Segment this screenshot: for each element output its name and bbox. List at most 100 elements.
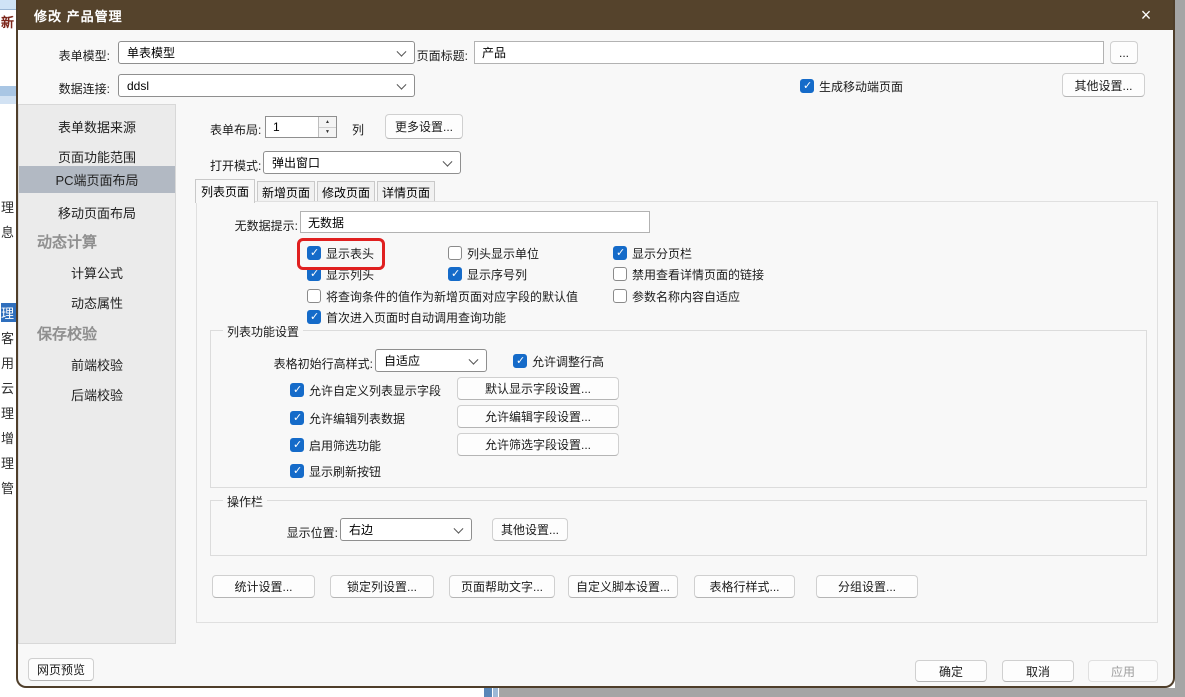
generate-mobile-page-checkbox[interactable]: 生成移动端页面 (800, 78, 903, 94)
show-column-header-checkbox[interactable]: 显示列头 (307, 266, 374, 282)
row-height-style-label: 表格初始行高样式: (273, 357, 373, 371)
sidebar-item-frontend-validation[interactable]: 前端校验 (19, 353, 175, 375)
apply-button[interactable]: 应用 (1088, 660, 1158, 682)
form-layout-spinner[interactable]: 1 ▲ ▼ (265, 116, 337, 138)
web-preview-button[interactable]: 网页预览 (28, 658, 94, 681)
checkbox-box[interactable] (290, 438, 304, 452)
checkbox-box[interactable] (800, 79, 814, 93)
ellipsis-label: ... (1118, 45, 1129, 60)
cancel-button[interactable]: 取消 (1002, 660, 1074, 682)
checkbox-label: 允许调整行高 (532, 354, 605, 369)
disable-detail-link-checkbox[interactable]: 禁用查看详情页面的链接 (613, 266, 764, 282)
sidebar-item-page-function-scope[interactable]: 页面功能范围 (19, 145, 175, 167)
custom-script-settings-button[interactable]: 自定义脚本设置... (568, 575, 678, 598)
tab-add-page[interactable]: 新增页面 (257, 181, 315, 202)
show-table-header-checkbox[interactable]: 显示表头 (307, 245, 374, 261)
allow-custom-display-fields-checkbox[interactable]: 允许自定义列表显示字段 (290, 382, 441, 398)
checkbox-box[interactable] (613, 267, 627, 281)
button-label: 网页预览 (36, 663, 85, 677)
no-data-input[interactable]: 无数据 (300, 211, 650, 233)
form-model-label: 表单模型: (58, 49, 110, 63)
show-row-number-checkbox[interactable]: 显示序号列 (448, 266, 527, 282)
modify-product-dialog: 修改 产品管理 × 表单模型: 单表模型 数据连接: ddsl 页面标题: 产品… (16, 0, 1175, 688)
checkbox-label: 首次进入页面时自动调用查询功能 (326, 310, 507, 325)
checkbox-box[interactable] (448, 267, 462, 281)
checkbox-box[interactable] (307, 289, 321, 303)
tab-list-page[interactable]: 列表页面 (195, 179, 255, 203)
background-partial-text: 新 (1, 15, 15, 30)
close-icon[interactable]: × (1129, 0, 1163, 30)
button-label: 锁定列设置... (346, 580, 417, 594)
allow-adjust-row-height-checkbox[interactable]: 允许调整行高 (513, 353, 604, 369)
tab-modify-page[interactable]: 修改页面 (317, 181, 375, 202)
sidebar-item-dynamic-attr[interactable]: 动态属性 (19, 291, 175, 313)
background-partial-text: 增 (1, 431, 15, 446)
show-pagination-checkbox[interactable]: 显示分页栏 (613, 245, 692, 261)
page-help-text-button[interactable]: 页面帮助文字... (449, 575, 555, 598)
button-label: 应用 (1110, 664, 1135, 679)
spinner-value: 1 (273, 120, 280, 134)
checkbox-box[interactable] (448, 246, 462, 260)
allow-edit-fields-button[interactable]: 允许编辑字段设置... (457, 405, 619, 428)
checkbox-box[interactable] (307, 267, 321, 281)
spinner-up-icon[interactable]: ▲ (319, 117, 336, 128)
button-label: 允许筛选字段设置... (484, 438, 591, 452)
open-mode-value: 弹出窗口 (272, 156, 321, 170)
checkbox-label: 显示刷新按钮 (309, 464, 382, 479)
button-label: 更多设置... (394, 120, 453, 134)
sidebar-item-pc-page-layout[interactable]: PC端页面布局 (19, 166, 175, 193)
checkbox-box[interactable] (307, 246, 321, 260)
background-window-bottom-bar (499, 688, 1185, 697)
page-title-input[interactable]: 产品 (474, 41, 1104, 64)
row-height-style-select[interactable]: 自适应 (375, 349, 487, 372)
lock-column-settings-button[interactable]: 锁定列设置... (330, 575, 434, 598)
sidebar-item-mobile-page-layout[interactable]: 移动页面布局 (19, 201, 175, 223)
button-label: 取消 (1025, 664, 1050, 679)
column-header-unit-checkbox[interactable]: 列头显示单位 (448, 245, 539, 261)
background-partial-text: 云 (1, 381, 15, 396)
sidebar-item-calc-formula[interactable]: 计算公式 (19, 261, 175, 283)
enable-filter-checkbox[interactable]: 启用筛选功能 (290, 437, 381, 453)
checkbox-box[interactable] (290, 411, 304, 425)
chevron-down-icon (396, 79, 407, 90)
ok-button[interactable]: 确定 (915, 660, 987, 682)
checkbox-label: 参数名称内容自适应 (632, 289, 741, 304)
checkbox-box[interactable] (290, 464, 304, 478)
form-model-select[interactable]: 单表模型 (118, 41, 415, 64)
statistics-settings-button[interactable]: 统计设置... (212, 575, 315, 598)
default-display-fields-button[interactable]: 默认显示字段设置... (457, 377, 619, 400)
allow-edit-list-data-checkbox[interactable]: 允许编辑列表数据 (290, 410, 405, 426)
query-default-value-checkbox[interactable]: 将查询条件的值作为新增页面对应字段的默认值 (307, 288, 578, 304)
other-settings-top-button[interactable]: 其他设置... (1062, 73, 1145, 97)
button-label: 分组设置... (837, 580, 896, 594)
other-settings-action-bar-button[interactable]: 其他设置... (492, 518, 568, 541)
tab-detail-page[interactable]: 详情页面 (377, 181, 435, 202)
checkbox-box[interactable] (613, 289, 627, 303)
checkbox-box[interactable] (290, 383, 304, 397)
data-connection-label: 数据连接: (58, 82, 110, 96)
param-name-autofit-checkbox[interactable]: 参数名称内容自适应 (613, 288, 740, 304)
button-label: 默认显示字段设置... (484, 382, 591, 396)
sidebar-item-form-data-source[interactable]: 表单数据来源 (19, 115, 175, 137)
background-partial-text: 管 (1, 481, 15, 496)
background-window-left-sliver: 新 理 息 理 客 用 云 理 增 理 管 (0, 0, 16, 697)
checkbox-box[interactable] (613, 246, 627, 260)
data-connection-select[interactable]: ddsl (118, 74, 415, 97)
page-title-ellipsis-button[interactable]: ... (1110, 41, 1138, 64)
checkbox-box[interactable] (307, 310, 321, 324)
auto-query-on-enter-checkbox[interactable]: 首次进入页面时自动调用查询功能 (307, 309, 506, 325)
table-row-style-button[interactable]: 表格行样式... (694, 575, 795, 598)
spinner-down-icon[interactable]: ▼ (319, 127, 336, 137)
more-settings-button[interactable]: 更多设置... (385, 114, 463, 139)
group-settings-button[interactable]: 分组设置... (816, 575, 918, 598)
checkbox-box[interactable] (513, 354, 527, 368)
open-mode-select[interactable]: 弹出窗口 (263, 151, 461, 174)
sidebar-item-backend-validation[interactable]: 后端校验 (19, 383, 175, 405)
allow-filter-fields-button[interactable]: 允许筛选字段设置... (457, 433, 619, 456)
show-refresh-button-checkbox[interactable]: 显示刷新按钮 (290, 463, 381, 479)
checkbox-label: 显示序号列 (467, 267, 528, 282)
display-position-select[interactable]: 右边 (340, 518, 472, 541)
background-title-bar (0, 86, 16, 96)
dialog-titlebar[interactable]: 修改 产品管理 × (18, 0, 1173, 30)
background-partial-text: 客 (1, 331, 15, 346)
